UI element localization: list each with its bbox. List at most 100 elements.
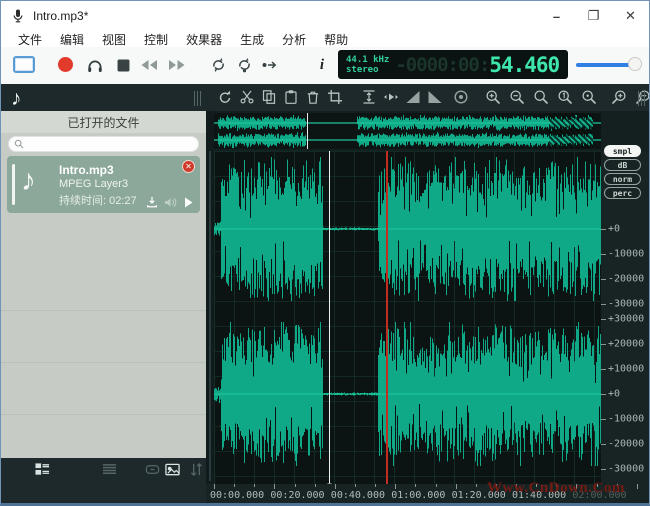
headphones-icon [86, 56, 104, 74]
fade-out-icon[interactable] [427, 89, 443, 105]
copy-icon[interactable] [261, 89, 277, 105]
file-list-item[interactable]: ♪ Intro.mp3 MPEG Layer3 持续时间: 02:27 ✕ [7, 156, 200, 213]
play-cursor-button[interactable] [259, 55, 279, 75]
axis-label: +0 [608, 389, 620, 400]
loop-icon [210, 57, 227, 73]
close-file-button[interactable]: ✕ [182, 160, 195, 173]
monitor-button[interactable] [85, 55, 105, 75]
zoom-sample-icon[interactable] [581, 89, 597, 105]
info-button[interactable]: i [312, 55, 332, 75]
music-note-icon: ♪ [21, 164, 36, 198]
delete-icon[interactable] [305, 89, 321, 105]
unit-button-perc[interactable]: perc [604, 187, 641, 199]
rewind-button[interactable] [139, 55, 159, 75]
save-file-button[interactable] [144, 195, 160, 209]
channel-mode: stereo [346, 65, 389, 75]
menu-item-edit[interactable]: 编辑 [51, 31, 93, 48]
volume-knob[interactable] [628, 57, 642, 71]
redo-icon[interactable] [217, 89, 233, 105]
files-panel-icon[interactable]: ♪ [11, 86, 22, 112]
toolbar-grip-right[interactable] [638, 91, 648, 106]
loop-mode-icon[interactable] [144, 462, 160, 477]
minimize-button[interactable]: – [538, 1, 575, 31]
waveform-image [214, 151, 601, 484]
loop-selection-icon [236, 57, 253, 73]
menu-item-help[interactable]: 帮助 [315, 31, 357, 48]
amplitude-axis: +0-10000-20000-30000+30000+20000+10000+0… [601, 151, 650, 484]
loop-button[interactable] [208, 55, 228, 75]
axis-tick [601, 419, 606, 420]
unit-button-smpl[interactable]: smpl [604, 145, 641, 157]
forward-button[interactable] [167, 55, 187, 75]
axis-label: -30000 [608, 299, 644, 310]
axis-tick [601, 304, 606, 305]
thumbnail-view-icon[interactable] [164, 462, 180, 477]
waveform-overview[interactable] [214, 113, 601, 149]
waveform-view[interactable] [214, 151, 601, 484]
card-accent-bar [12, 164, 15, 205]
disc-icon[interactable] [453, 89, 469, 105]
maximize-button[interactable]: ❐ [575, 1, 612, 31]
search-input[interactable] [8, 136, 199, 152]
monitor-file-button[interactable] [162, 195, 178, 209]
toolbar-grip[interactable] [194, 91, 204, 106]
loop-selection-button[interactable] [234, 55, 254, 75]
axis-tick [601, 279, 606, 280]
menu-item-analyze[interactable]: 分析 [273, 31, 315, 48]
fade-in-icon[interactable] [405, 89, 421, 105]
zoom-in-icon[interactable] [485, 89, 501, 105]
ruler-tick [415, 484, 416, 487]
menu-item-effects[interactable]: 效果器 [177, 31, 231, 48]
axis-tick [601, 394, 606, 395]
time-ghost-digits: -0000:00: [395, 54, 489, 76]
zoom-selection-icon[interactable] [533, 89, 549, 105]
window-title: Intro.mp3* [33, 9, 88, 23]
rewind-icon [140, 59, 158, 71]
waveform-panel: +0-10000-20000-30000+30000+20000+10000+0… [206, 111, 650, 487]
compact-view-icon[interactable] [101, 462, 117, 477]
edit-cursor[interactable] [329, 151, 330, 489]
stop-button[interactable] [113, 55, 133, 75]
list-view-icon[interactable] [34, 462, 50, 477]
menu-item-control[interactable]: 控制 [135, 31, 177, 48]
paste-icon[interactable] [283, 89, 299, 105]
trim-icon[interactable] [327, 89, 343, 105]
download-icon [146, 196, 158, 208]
overview-playhead[interactable] [307, 113, 308, 149]
ruler-tick [375, 484, 376, 487]
axis-tick [601, 369, 606, 370]
cut-icon[interactable] [239, 89, 255, 105]
unit-button-dB[interactable]: dB [604, 159, 641, 171]
sort-icon[interactable] [188, 462, 204, 477]
time-current: 54.460 [489, 53, 559, 77]
menu-item-file[interactable]: 文件 [9, 31, 51, 48]
file-format: MPEG Layer3 [59, 178, 128, 190]
volume-slider[interactable] [576, 60, 640, 70]
axis-label: -20000 [608, 274, 644, 285]
ruler-tick [436, 484, 437, 487]
ruler-tick [295, 484, 296, 487]
close-button[interactable]: ✕ [612, 1, 649, 31]
menu-item-generate[interactable]: 生成 [231, 31, 273, 48]
vertical-zoom-in-icon[interactable] [611, 89, 627, 105]
play-from-cursor-icon [261, 58, 278, 72]
file-list-empty-rows [1, 259, 206, 459]
sample-rate: 44.1 kHz [346, 55, 389, 65]
adjust-amplitude-icon[interactable] [361, 89, 377, 105]
stop-icon [117, 59, 130, 72]
ruler-tick [355, 484, 356, 487]
menu-item-view[interactable]: 视图 [93, 31, 135, 48]
selection-tool-icon[interactable] [13, 56, 35, 73]
play-file-button[interactable] [180, 195, 196, 209]
zoom-one-icon[interactable] [557, 89, 573, 105]
unit-button-norm[interactable]: norm [604, 173, 641, 185]
sidebar-files-panel: 已打开的文件 ♪ Intro.mp3 MPEG Layer3 持续时间: 02:… [1, 111, 206, 481]
record-button[interactable] [58, 57, 73, 72]
overview-hatch-region [549, 113, 593, 149]
titlebar: Intro.mp3* –❐✕ [1, 1, 649, 31]
play-selection-icon[interactable] [383, 89, 399, 105]
vertical-scrollbar[interactable] [206, 111, 214, 487]
axis-label: -10000 [608, 249, 644, 260]
zoom-out-icon[interactable] [509, 89, 525, 105]
file-duration: 持续时间: 02:27 [59, 192, 137, 208]
